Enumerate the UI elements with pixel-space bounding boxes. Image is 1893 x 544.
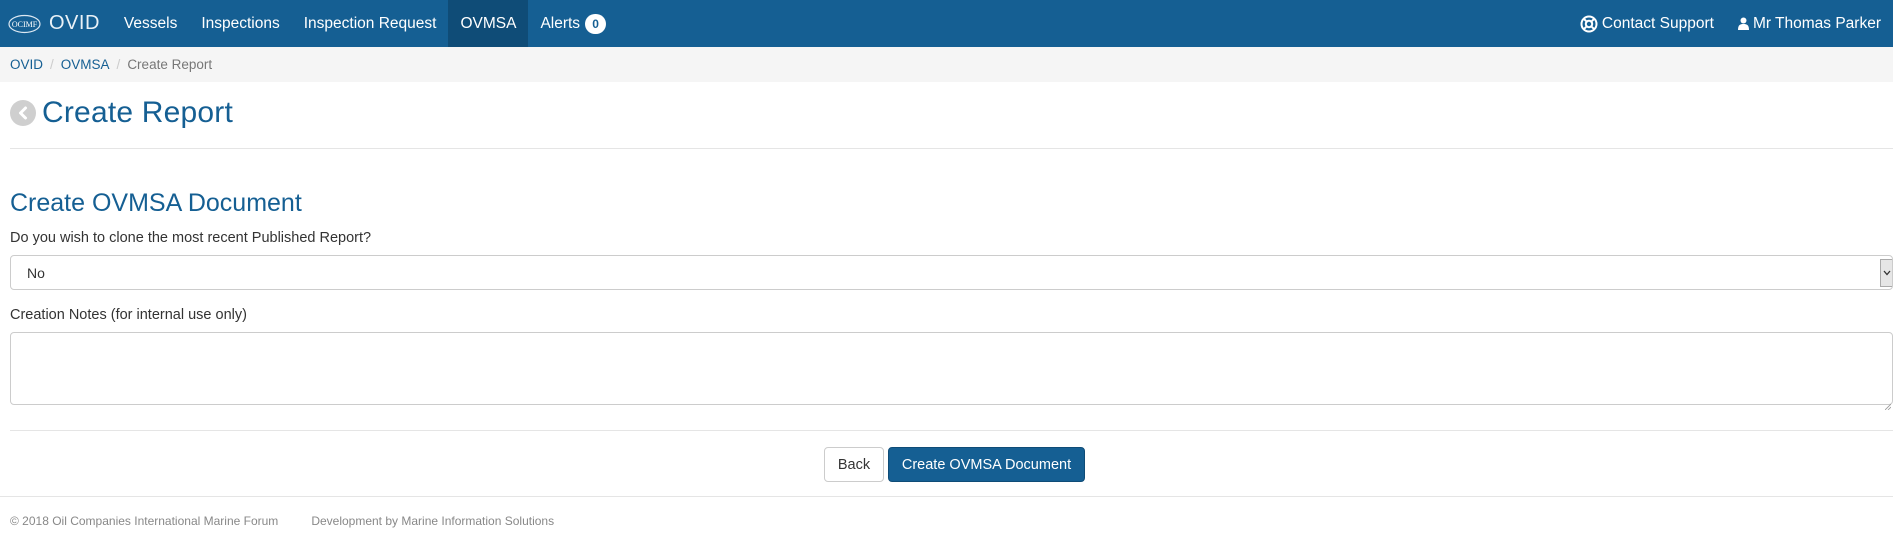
nav-item-inspections[interactable]: Inspections bbox=[189, 0, 291, 47]
chevron-left-circle-icon[interactable] bbox=[10, 100, 36, 126]
contact-support-link[interactable]: Contact Support bbox=[1568, 0, 1726, 47]
footer-copyright: © 2018 Oil Companies International Marin… bbox=[10, 514, 279, 528]
clone-report-select[interactable]: No bbox=[10, 255, 1893, 290]
ocimf-logo: OCIMF bbox=[8, 14, 41, 34]
brand-name: OVID bbox=[49, 12, 100, 34]
back-button[interactable]: Back bbox=[824, 447, 884, 482]
breadcrumb-separator: / bbox=[116, 57, 121, 72]
clone-report-selected-value: No bbox=[27, 264, 45, 281]
lifebuoy-icon bbox=[1580, 15, 1598, 33]
breadcrumb-ovmsa[interactable]: OVMSA bbox=[61, 57, 110, 72]
user-menu[interactable]: Mr Thomas Parker bbox=[1726, 0, 1893, 47]
nav-item-inspection-request[interactable]: Inspection Request bbox=[292, 0, 449, 47]
nav-item-label: OVMSA bbox=[460, 14, 517, 32]
chevron-down-icon[interactable] bbox=[1880, 259, 1892, 287]
form-divider bbox=[10, 430, 1893, 431]
main-nav: Vessels Inspections Inspection Request O… bbox=[112, 0, 618, 47]
nav-item-label: Vessels bbox=[123, 14, 178, 32]
top-navbar: OCIMF OVID Vessels Inspections Inspectio… bbox=[0, 0, 1893, 47]
breadcrumb-separator: / bbox=[50, 57, 54, 72]
breadcrumb-current: Create Report bbox=[127, 57, 213, 72]
alerts-count-badge: 0 bbox=[585, 13, 607, 34]
page-title: Create Report bbox=[42, 96, 234, 129]
footer: © 2018 Oil Companies International Marin… bbox=[10, 514, 554, 528]
creation-notes-label: Creation Notes (for internal use only) bbox=[10, 307, 247, 323]
section-title: Create OVMSA Document bbox=[10, 189, 302, 217]
resize-grip-icon[interactable] bbox=[1884, 397, 1892, 411]
nav-item-label: Inspection Request bbox=[303, 14, 437, 32]
clone-report-label: Do you wish to clone the most recent Pub… bbox=[10, 230, 372, 246]
header-divider bbox=[10, 148, 1893, 149]
breadcrumb: OVID / OVMSA / Create Report bbox=[0, 47, 1893, 82]
create-ovmsa-document-button[interactable]: Create OVMSA Document bbox=[888, 447, 1085, 482]
contact-support-label: Contact Support bbox=[1601, 14, 1714, 32]
brand-home-link[interactable]: OCIMF OVID bbox=[0, 0, 112, 47]
nav-right: Contact Support Mr Thomas Parker bbox=[1568, 0, 1893, 47]
nav-item-label: Alerts bbox=[540, 14, 581, 32]
page-header: Create Report bbox=[10, 96, 233, 130]
nav-item-vessels[interactable]: Vessels bbox=[112, 0, 189, 47]
nav-item-ovmsa[interactable]: OVMSA bbox=[448, 0, 529, 47]
nav-item-alerts[interactable]: Alerts 0 bbox=[528, 0, 618, 47]
creation-notes-textarea[interactable] bbox=[10, 332, 1893, 405]
breadcrumb-ovid[interactable]: OVID bbox=[10, 57, 43, 72]
nav-item-label: Inspections bbox=[201, 14, 280, 32]
user-name: Mr Thomas Parker bbox=[1752, 14, 1881, 32]
svg-text:OCIMF: OCIMF bbox=[12, 20, 38, 29]
user-icon bbox=[1737, 17, 1749, 30]
footer-divider bbox=[0, 496, 1893, 497]
footer-development: Development by Marine Information Soluti… bbox=[311, 514, 555, 528]
